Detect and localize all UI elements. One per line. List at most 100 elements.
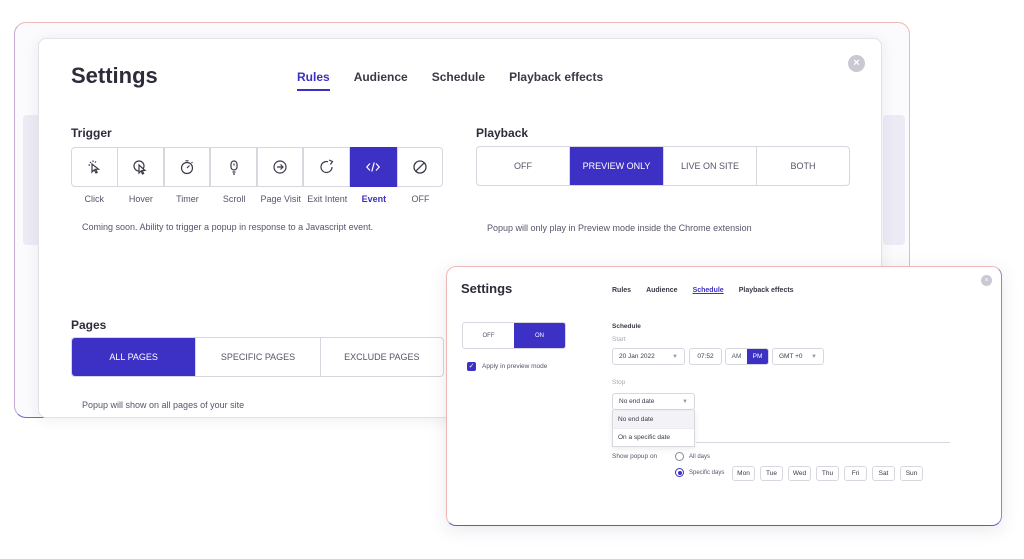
pm-button[interactable]: PM [747, 349, 768, 364]
trigger-hover-label: Hover [128, 194, 153, 204]
start-date-select[interactable]: 20 Jan 2022 ▼ [612, 348, 685, 365]
all-days-option: All days [675, 452, 710, 461]
timezone-value: GMT +0 [779, 353, 803, 360]
specific-days-label: Specific days [689, 469, 725, 476]
overlay-close-icon[interactable]: × [981, 275, 992, 286]
trigger-click-label: Click [84, 194, 105, 204]
trigger-click: Click [71, 147, 118, 204]
chevron-down-icon: ▼ [682, 398, 688, 405]
overlay-tabs: Rules Audience Schedule Playback effects [612, 287, 794, 294]
trigger-exit-intent-button[interactable] [303, 147, 351, 187]
trigger-event: Event [350, 147, 398, 204]
overlay-tab-playback-effects[interactable]: Playback effects [739, 287, 794, 294]
scroll-mouse-icon [229, 160, 238, 175]
close-icon[interactable]: × [848, 55, 865, 72]
playback-live-on-site-button[interactable]: LIVE ON SITE [663, 147, 756, 185]
cursor-hover-icon [133, 160, 147, 175]
all-pages-button[interactable]: ALL PAGES [72, 338, 196, 376]
tab-audience[interactable]: Audience [354, 70, 408, 84]
pages-description: Popup will show on all pages of your sit… [82, 400, 245, 410]
overlay-title: Settings [461, 281, 513, 296]
all-days-radio[interactable] [675, 452, 684, 461]
playback-label: Playback [476, 126, 529, 140]
trigger-timer-label: Timer [176, 194, 199, 204]
playback-options: OFF PREVIEW ONLY LIVE ON SITE BOTH [476, 146, 850, 186]
trigger-page-visit-button[interactable] [256, 147, 304, 187]
timer-icon [180, 160, 194, 175]
schedule-settings-window: Settings Rules Audience Schedule Playbac… [446, 266, 1002, 526]
trigger-options: Click Hover Timer Scroll Page Visit Exit… [71, 147, 444, 204]
trigger-off-button[interactable] [396, 147, 444, 187]
tab-rules[interactable]: Rules [297, 70, 330, 91]
stop-value: No end date [619, 398, 655, 405]
apply-preview-label: Apply in preview mode [482, 363, 548, 370]
am-button[interactable]: AM [726, 349, 747, 364]
trigger-label: Trigger [71, 126, 112, 140]
divider [696, 442, 950, 443]
day-tue-button[interactable]: Tue [760, 466, 783, 481]
screenshot-stage: Settings Rules Audience Schedule Playbac… [0, 0, 1024, 559]
specific-days-radio[interactable] [675, 468, 684, 477]
start-time-input[interactable]: 07:52 [689, 348, 722, 365]
trigger-exit-intent-label: Exit Intent [307, 194, 348, 204]
schedule-label: Schedule [612, 323, 641, 330]
overlay-tab-schedule[interactable]: Schedule [693, 287, 724, 294]
pages-options: ALL PAGES SPECIFIC PAGES EXCLUDE PAGES [71, 337, 444, 377]
trigger-scroll: Scroll [210, 147, 258, 204]
page-title: Settings [71, 63, 158, 88]
exit-intent-icon [320, 159, 334, 174]
background-panel [883, 115, 905, 245]
trigger-event-label: Event [361, 194, 387, 204]
stop-label: Stop [612, 379, 626, 386]
playback-both-button[interactable]: BOTH [756, 147, 849, 185]
day-selector: Mon Tue Wed Thu Fri Sat Sun [732, 466, 923, 481]
stop-dropdown-menu: No end date On a specific date [612, 410, 695, 447]
schedule-off-button[interactable]: OFF [463, 323, 514, 348]
playback-off-button[interactable]: OFF [477, 147, 569, 185]
trigger-off: OFF [396, 147, 444, 204]
pages-label: Pages [71, 318, 107, 332]
trigger-timer-button[interactable] [163, 147, 211, 187]
schedule-on-button[interactable]: ON [514, 323, 565, 348]
overlay-tab-rules[interactable]: Rules [612, 287, 631, 294]
stop-select[interactable]: No end date ▼ [612, 393, 695, 410]
trigger-exit-intent: Exit Intent [303, 147, 351, 204]
trigger-scroll-label: Scroll [222, 194, 246, 204]
exclude-pages-button[interactable]: EXCLUDE PAGES [319, 338, 443, 376]
apply-preview-row: ✓ Apply in preview mode [467, 362, 547, 371]
specific-days-option: Specific days [675, 468, 724, 477]
day-sun-button[interactable]: Sun [900, 466, 923, 481]
playback-description: Popup will only play in Preview mode ins… [487, 223, 752, 233]
stop-option-no-end-date[interactable]: No end date [613, 410, 694, 428]
trigger-page-visit-label: Page Visit [260, 194, 301, 204]
day-wed-button[interactable]: Wed [788, 466, 811, 481]
playback-preview-only-button[interactable]: PREVIEW ONLY [569, 147, 663, 185]
schedule-toggle: OFF ON [462, 322, 566, 349]
trigger-event-button[interactable] [350, 147, 397, 187]
ampm-toggle: AM PM [725, 348, 769, 365]
tab-schedule[interactable]: Schedule [432, 70, 485, 84]
day-sat-button[interactable]: Sat [872, 466, 895, 481]
day-thu-button[interactable]: Thu [816, 466, 839, 481]
start-date-value: 20 Jan 2022 [619, 353, 655, 360]
trigger-off-label: OFF [411, 194, 430, 204]
trigger-page-visit: Page Visit [256, 147, 304, 204]
chevron-down-icon: ▼ [672, 353, 678, 360]
start-label: Start [612, 336, 626, 343]
apply-preview-checkbox[interactable]: ✓ [467, 362, 476, 371]
tab-playback-effects[interactable]: Playback effects [509, 70, 603, 84]
timezone-select[interactable]: GMT +0 ▼ [772, 348, 824, 365]
stop-option-specific-date[interactable]: On a specific date [613, 428, 694, 446]
trigger-description: Coming soon. Ability to trigger a popup … [82, 222, 374, 232]
code-icon [366, 162, 381, 172]
cursor-click-icon [88, 160, 101, 174]
day-mon-button[interactable]: Mon [732, 466, 755, 481]
specific-pages-button[interactable]: SPECIFIC PAGES [195, 338, 319, 376]
trigger-click-button[interactable] [71, 147, 118, 187]
trigger-timer: Timer [163, 147, 211, 204]
day-fri-button[interactable]: Fri [844, 466, 867, 481]
all-days-label: All days [689, 453, 711, 460]
trigger-hover-button[interactable] [117, 147, 164, 187]
overlay-tab-audience[interactable]: Audience [646, 287, 678, 294]
trigger-scroll-button[interactable] [210, 147, 257, 187]
